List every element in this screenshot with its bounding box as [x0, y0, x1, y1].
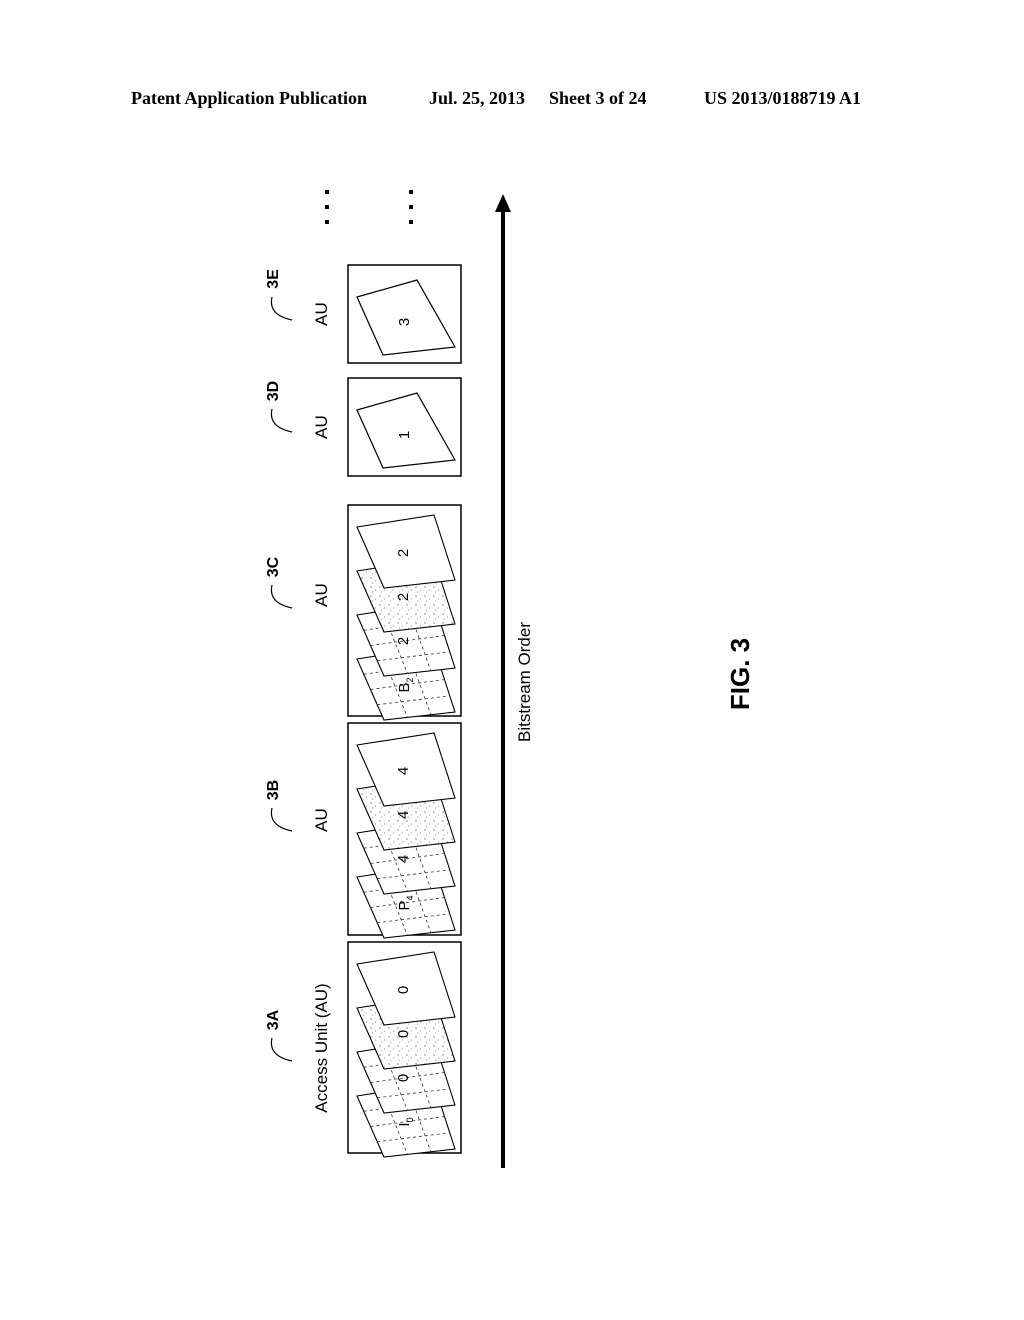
reference-leader-line: [270, 584, 293, 609]
picture-order-label: 0: [395, 1074, 412, 1082]
access-unit-label: AU: [312, 415, 331, 439]
access-unit-3e: AU 3E 3: [265, 264, 462, 364]
picture-order-label: 4: [395, 767, 412, 775]
picture-order-label: 4: [395, 855, 412, 863]
reference-leader-line: [270, 1037, 293, 1062]
access-unit-label: AU: [312, 302, 331, 326]
continuation-dots-labels: [325, 190, 329, 224]
reference-label: 3D: [265, 381, 282, 401]
access-unit-3c: AU3CB2222: [265, 504, 462, 721]
access-unit-label: Access Unit (AU): [312, 983, 331, 1112]
bitstream-order-arrow: [495, 194, 511, 1168]
access-unit-3d: AU 3D 1: [265, 377, 462, 477]
reference-label: 3C: [265, 556, 282, 577]
picture-order-label: 2: [395, 549, 412, 557]
picture-order-label: 0: [395, 1030, 412, 1038]
reference-label: 3B: [265, 780, 282, 800]
arrow-head-icon: [495, 194, 511, 212]
access-unit-label: AU: [312, 808, 331, 832]
picture-order-label: 2: [395, 593, 412, 601]
reference-leader-line: [270, 807, 293, 832]
picture-order-label: 3: [396, 318, 413, 326]
figure-caption: FIG. 3: [725, 638, 755, 710]
bitstream-order-label: Bitstream Order: [515, 622, 534, 742]
access-unit-3b: AU3BP4444: [265, 722, 462, 939]
access-unit-3a: Access Unit (AU)3AI0000: [265, 941, 462, 1158]
picture-order-label: 2: [395, 637, 412, 645]
reference-leader-line: [270, 408, 293, 433]
reference-leader-line: [270, 296, 293, 321]
reference-label: 3E: [265, 269, 282, 289]
reference-label: 3A: [265, 1009, 282, 1030]
continuation-dots-units: [409, 190, 413, 224]
picture-order-label: 1: [396, 431, 413, 439]
picture-order-label: 0: [395, 986, 412, 994]
access-unit-label: AU: [312, 583, 331, 607]
access-units: Access Unit (AU)3AI0000AU3BP4444AU3CB222…: [265, 264, 462, 1158]
picture-order-label: 4: [395, 811, 412, 819]
figure-3-diagram: Bitstream Order FIG. 3 Access Unit (AU) 3…: [265, 190, 755, 1168]
